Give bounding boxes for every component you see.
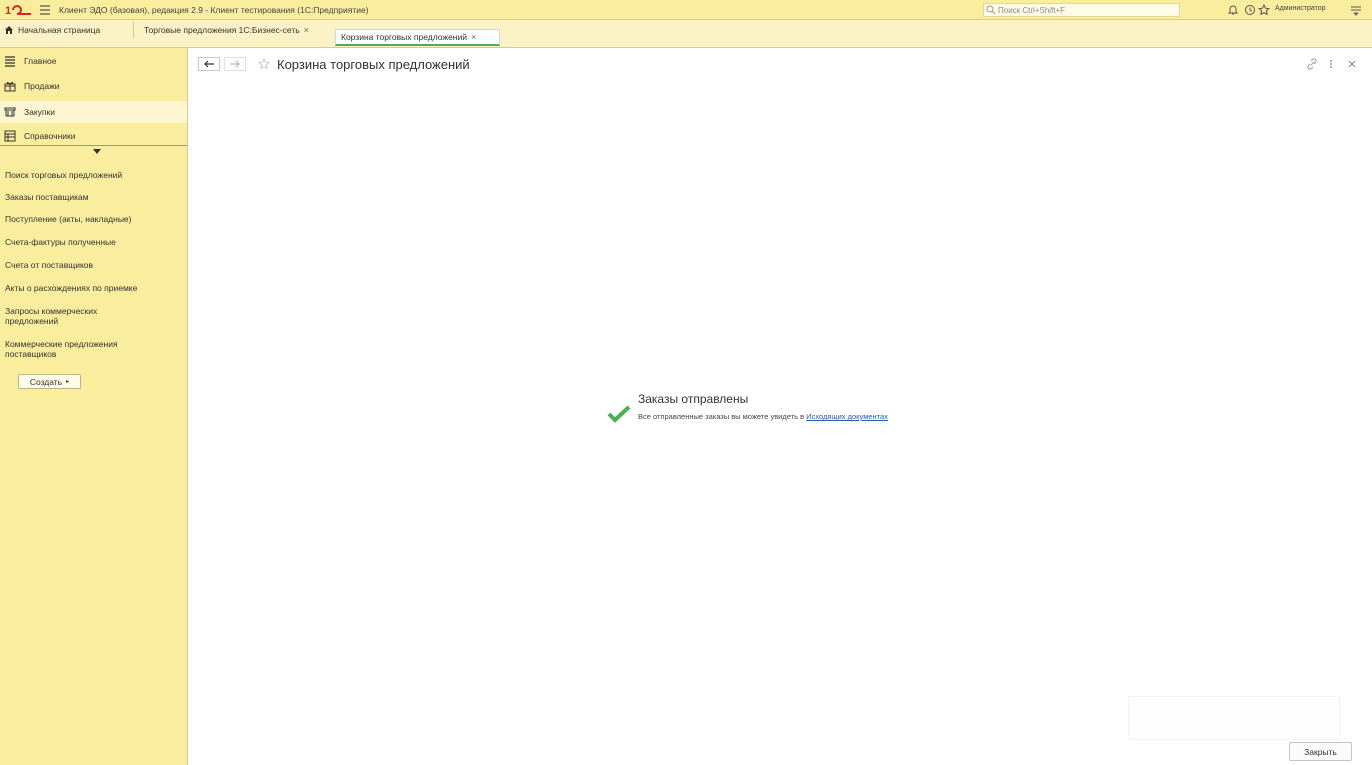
favorites-star-icon[interactable] (1241, 4, 1253, 16)
tab-label: Начальная страница (18, 24, 101, 35)
chevron-down-icon[interactable] (93, 146, 101, 154)
tab-trade-offers[interactable]: Торговые предложения 1С:Бизнес-сеть × (140, 21, 333, 38)
section-label: Справочники (24, 131, 76, 141)
create-button[interactable]: Создать ▸ (18, 374, 81, 389)
tab-offers-cart[interactable]: Корзина торговых предложений × (335, 29, 500, 46)
arrow-right-icon (230, 60, 240, 68)
sidebar: Главное Продажи Закупки Справочники Поис… (0, 48, 188, 765)
list-icon (4, 55, 16, 67)
forward-button[interactable] (224, 57, 246, 71)
svg-text:1: 1 (5, 5, 11, 16)
spacer2-icon (1226, 4, 1238, 16)
link-icon[interactable] (1306, 58, 1318, 70)
link-receipts[interactable]: Поступление (акты, накладные) (5, 214, 175, 224)
close-icon[interactable] (1346, 58, 1358, 70)
triangle-right-icon: ▸ (66, 379, 70, 385)
success-check-icon (607, 405, 631, 423)
close-tab-icon[interactable]: × (304, 25, 309, 35)
link-supplier-quotes[interactable]: Коммерческие предложения поставщиков (5, 339, 150, 359)
message-text: Все отправленные заказы вы можете увидет… (638, 412, 928, 421)
close-tab-icon[interactable]: × (471, 32, 476, 42)
tab-label: Торговые предложения 1С:Бизнес-сеть (144, 24, 300, 35)
catalog-icon (4, 130, 16, 142)
gift-icon (4, 80, 16, 92)
user-name[interactable]: Администратор (1275, 5, 1326, 12)
link-discrepancy-acts[interactable]: Акты о расхождениях по приемке (5, 283, 175, 293)
section-purchases[interactable]: Закупки (0, 101, 187, 123)
1c-logo-icon: 1 (5, 4, 33, 16)
global-search[interactable] (983, 3, 1180, 17)
home-icon (4, 25, 14, 35)
add-to-favorites-icon[interactable] (257, 57, 271, 70)
tab-label: Корзина торговых предложений (341, 32, 467, 42)
tab-home[interactable]: Начальная страница (0, 21, 134, 38)
section-catalogs[interactable]: Справочники (0, 128, 187, 144)
arrow-left-icon (204, 60, 214, 68)
search-icon (986, 5, 996, 15)
create-label: Создать (29, 376, 63, 387)
link-search-offers[interactable]: Поиск торговых предложений (5, 170, 175, 180)
close-button[interactable]: Закрыть (1289, 742, 1352, 761)
section-label: Продажи (24, 81, 60, 91)
section-label: Главное (24, 56, 57, 66)
more-options-icon[interactable] (1325, 58, 1337, 70)
hamburger-menu-icon[interactable] (39, 4, 51, 15)
star-icon[interactable] (1257, 3, 1271, 16)
link-quote-requests[interactable]: Запросы коммерческих предложений (5, 306, 145, 326)
section-main[interactable]: Главное (0, 50, 187, 72)
link-supplier-bills[interactable]: Счета от поставщиков (5, 260, 175, 270)
link-supplier-orders[interactable]: Заказы поставщикам (5, 192, 175, 202)
back-button[interactable] (198, 57, 220, 71)
settings-menu-icon[interactable] (1350, 4, 1362, 16)
outgoing-documents-link[interactable]: Исходящих документах (806, 412, 888, 421)
message-title: Заказы отправлены (638, 392, 749, 406)
page-title: Корзина торговых предложений (277, 57, 470, 72)
app-title: Клиент ЭДО (базовая), редакция 2.9 - Кли… (59, 4, 369, 15)
faded-notification (1128, 696, 1340, 740)
section-label: Закупки (24, 107, 55, 117)
link-invoices-received[interactable]: Счета-фактуры полученные (5, 237, 175, 247)
section-sales[interactable]: Продажи (0, 75, 187, 97)
message-body: Все отправленные заказы вы можете увидет… (638, 412, 807, 421)
cart-icon (4, 106, 16, 118)
search-input[interactable] (998, 5, 1173, 15)
